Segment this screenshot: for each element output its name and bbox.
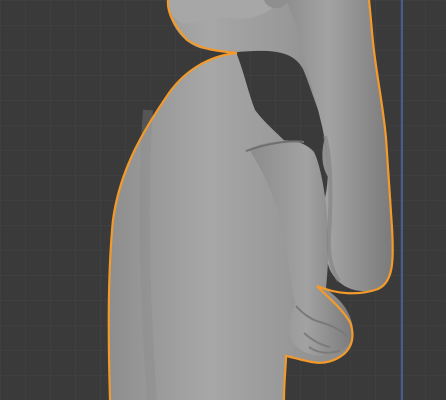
viewport-canvas[interactable] bbox=[0, 0, 446, 400]
3d-viewport[interactable] bbox=[0, 0, 446, 400]
